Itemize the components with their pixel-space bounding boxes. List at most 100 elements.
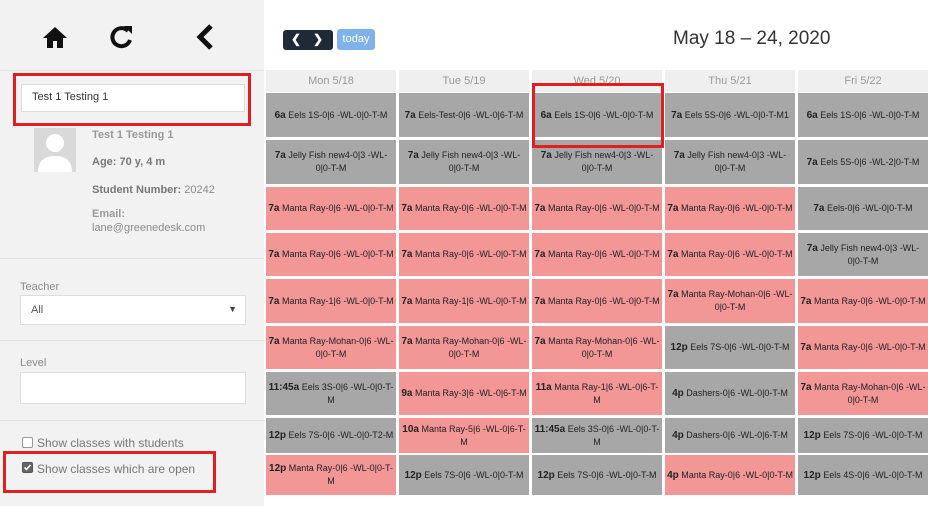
class-event-label: 6a Eels 1S-0|6 -WL-0|0-T-M (806, 109, 920, 121)
class-event-label: 7a Manta Ray-1|6 -WL-0|0-T-M (268, 295, 394, 307)
class-event-label: 7a Manta Ray-0|6 -WL-0|0-T-M (401, 249, 527, 260)
class-event-label: 7a Eels 5S-0|6 -WL-0|0-T-M1 (671, 109, 789, 121)
show-classes-with-students-label: Show classes with students (37, 436, 184, 450)
class-event-label: 9a Manta Ray-3|6 -WL-0|6-T-M (401, 388, 527, 399)
class-event[interactable]: 12p Manta Ray-0|6 -WL-0|0-T-M (266, 455, 396, 495)
class-event[interactable]: 7a Manta Ray-0|6 -WL-0|0-T-M (532, 233, 662, 276)
class-event[interactable]: 7a Manta Ray-1|6 -WL-0|0-T-M (399, 279, 529, 323)
email-label: Email: (92, 208, 126, 220)
class-event[interactable]: 12p Eels 7S-0|6 -WL-0|0-T-M (532, 455, 662, 495)
class-event[interactable]: 12p Eels 7S-0|6 -WL-0|0-T-M (399, 455, 529, 495)
prev-chevron-icon[interactable]: ❮ (291, 32, 301, 46)
class-event-label: 7a Manta Ray-0|6 -WL-0|0-T-M (534, 249, 660, 260)
class-event-time: 7a (534, 335, 546, 347)
class-event-label: 7a Jelly Fish new4-0|3 -WL-0|0-T-M (407, 150, 521, 173)
class-event-time: 4p (667, 469, 679, 481)
class-event[interactable]: 6a Eels 1S-0|6 -WL-0|0-T-M (798, 93, 928, 137)
class-event-time: 12p (803, 469, 821, 481)
class-event[interactable]: 7a Manta Ray-0|6 -WL-0|0-T-M (266, 187, 396, 230)
home-icon[interactable] (40, 22, 70, 52)
class-event[interactable]: 7a Manta Ray-0|6 -WL-0|0-T-M (532, 279, 662, 323)
student-highlight-box (13, 73, 251, 126)
class-event[interactable]: 7a Manta Ray-0|6 -WL-0|0-T-M (399, 187, 529, 230)
class-event-time: 4p (672, 388, 684, 399)
class-event[interactable]: 7a Jelly Fish new4-0|3 -WL-0|0-T-M (798, 233, 928, 276)
class-event[interactable]: 4p Dashers-0|6 -WL-0|6-T-M (665, 418, 795, 453)
class-event-label: 7a Manta Ray-Mohan-0|6 -WL-0|0-T-M (800, 381, 926, 405)
class-event[interactable]: 12p Eels 7S-0|6 -WL-0|0-T-M (798, 418, 928, 453)
class-event-label: 12p Manta Ray-0|6 -WL-0|0-T-M (269, 463, 393, 486)
class-event[interactable]: 7a Manta Ray-Mohan-0|6 -WL-0|0-T-M (798, 372, 928, 415)
class-event-label: 12p Eels 7S-0|6 -WL-0|0-T-M (670, 342, 790, 353)
class-event[interactable]: 7a Jelly Fish new4-0|3 -WL-0|0-T-M (266, 140, 396, 184)
show-classes-with-students-checkbox[interactable] (22, 437, 33, 448)
class-event-time: 7a (401, 249, 413, 260)
class-event[interactable]: 7a Manta Ray-Mohan-0|6 -WL-0|0-T-M (532, 326, 662, 369)
class-event-time: 12p (269, 463, 287, 474)
class-event-label: 7a Manta Ray-0|6 -WL-0|0-T-M (268, 249, 394, 260)
today-button[interactable]: today (337, 29, 375, 50)
class-event[interactable]: 7a Manta Ray-0|6 -WL-0|0-T-M (665, 233, 795, 276)
level-input[interactable] (20, 372, 246, 404)
class-event-time: 7a (806, 156, 818, 168)
class-event[interactable]: 7a Manta Ray-0|6 -WL-0|0-T-M (399, 233, 529, 276)
class-event-label: 11:45a Eels 3S-0|6 -WL-0|0-T-M (268, 381, 394, 405)
class-event[interactable]: 7a Manta Ray-0|6 -WL-0|0-T-M (665, 187, 795, 230)
class-event[interactable]: 7a Manta Ray-Mohan-0|6 -WL-0|0-T-M (399, 326, 529, 369)
class-event-time: 7a (274, 150, 286, 161)
class-event-label: 7a Manta Ray-Mohan-0|6 -WL-0|0-T-M (268, 335, 394, 359)
class-event-time: 6a (806, 109, 818, 121)
day-header: Tue 5/19 (399, 70, 529, 92)
class-event-label: 7a Manta Ray-0|6 -WL-0|0-T-M (401, 203, 527, 214)
class-event[interactable]: 12p Eels 7S-0|6 -WL-0|0-T-M (665, 326, 795, 369)
class-event[interactable]: 9a Manta Ray-3|6 -WL-0|6-T-M (399, 372, 529, 415)
class-event[interactable]: 12p Eels 4S-0|6 -WL-0|0-T-M (798, 455, 928, 495)
class-event[interactable]: 11a Manta Ray-1|6 -WL-0|6-T-M (532, 372, 662, 415)
class-event[interactable]: 7a Manta Ray-0|6 -WL-0|0-T-M (798, 279, 928, 323)
class-event[interactable]: 7a Eels-0|6 -WL-0|0-T-M (798, 187, 928, 230)
class-event-time: 12p (268, 430, 287, 441)
class-event-label: 12p Eels 4S-0|6 -WL-0|0-T-M (803, 469, 923, 481)
class-event-label: 12p Eels 7S-0|6 -WL-0|0-T-M (404, 469, 524, 481)
next-chevron-icon[interactable]: ❯ (313, 32, 323, 46)
class-event-label: 7a Manta Ray-0|6 -WL-0|0-T-M (268, 203, 394, 214)
class-event[interactable]: 7a Jelly Fish new4-0|3 -WL-0|0-T-M (665, 140, 795, 184)
class-event-time: 11:45a (268, 381, 300, 393)
class-event[interactable]: 7a Eels 5S-0|6 -WL-0|0-T-M1 (665, 93, 795, 137)
class-event[interactable]: 4p Dashers-0|6 -WL-0|0-T-M (665, 372, 795, 415)
class-event-label: 7a Manta Ray-0|6 -WL-0|0-T-M (667, 203, 793, 214)
class-event-time: 11a (535, 381, 552, 393)
class-event-label: 7a Manta Ray-0|6 -WL-0|0-T-M (534, 203, 660, 214)
refresh-icon[interactable] (106, 22, 136, 52)
class-event-time: 7a (671, 109, 683, 121)
class-event[interactable]: 7a Manta Ray-Mohan-0|6 -WL-0|0-T-M (665, 279, 795, 323)
class-event[interactable]: 7a Manta Ray-0|6 -WL-0|0-T-M (532, 187, 662, 230)
class-event-time: 7a (534, 203, 546, 214)
student-number-value: 20242 (184, 184, 215, 196)
student-number-label: Student Number: (92, 184, 182, 196)
class-event[interactable]: 10a Manta Ray-5|6 -WL-0|6-T-M (399, 418, 529, 453)
class-event[interactable]: 7a Eels 5S-0|6 -WL-2|0-T-M (798, 140, 928, 184)
class-event[interactable]: 6a Eels 1S-0|6 -WL-0|0-T-M (266, 93, 396, 137)
class-event[interactable]: 7a Manta Ray-0|6 -WL-0|0-T-M (798, 326, 928, 369)
email-value[interactable]: lane@greenedesk.com (92, 222, 205, 234)
class-event[interactable]: 7a Manta Ray-0|6 -WL-0|0-T-M (266, 233, 396, 276)
class-event-label: 7a Manta Ray-Mohan-0|6 -WL-0|0-T-M (667, 289, 793, 312)
class-event[interactable]: 4p Manta Ray-0|6 -WL-0|0-T-M (665, 455, 795, 495)
avatar (34, 128, 76, 172)
class-event[interactable]: 11:45a Eels 3S-0|6 -WL-0|0-T-M (266, 372, 396, 415)
class-event-time: 7a (667, 289, 679, 300)
class-event-label: 7a Manta Ray-1|6 -WL-0|0-T-M (401, 295, 527, 307)
class-event[interactable]: 11:45a Eels 3S-0|6 -WL-0|0-T-M (532, 418, 662, 453)
teacher-label: Teacher (20, 281, 60, 293)
user-silhouette-icon (38, 134, 72, 172)
level-label: Level (20, 357, 47, 369)
class-event[interactable]: 12p Eels 7S-0|6 -WL-0|0-T2-M (266, 418, 396, 453)
class-event[interactable]: 7a Jelly Fish new4-0|3 -WL-0|0-T-M (399, 140, 529, 184)
class-event[interactable]: 7a Manta Ray-Mohan-0|6 -WL-0|0-T-M (266, 326, 396, 369)
class-event-label: 7a Manta Ray-0|6 -WL-0|0-T-M (534, 295, 660, 307)
class-event[interactable]: 7a Eels-Test-0|6 -WL-0|6-T-M (399, 93, 529, 137)
teacher-select[interactable]: All ▼ (20, 295, 246, 325)
back-chevron-icon[interactable] (191, 22, 221, 52)
class-event[interactable]: 7a Manta Ray-1|6 -WL-0|0-T-M (266, 279, 396, 323)
